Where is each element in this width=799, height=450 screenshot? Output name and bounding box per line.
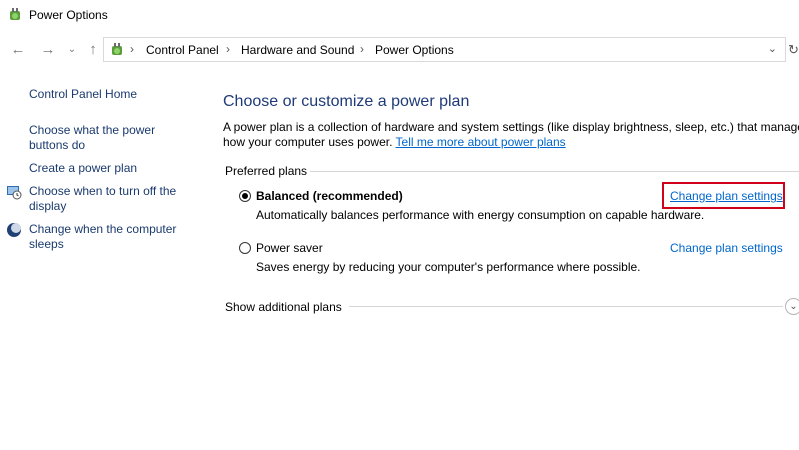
balanced-radio[interactable] <box>239 190 251 202</box>
breadcrumb-hardware-and-sound[interactable]: Hardware and Sound <box>241 43 354 57</box>
address-bar[interactable]: › Control Panel › Hardware and Sound › P… <box>103 37 786 62</box>
sidebar-link-control-panel-home[interactable]: Control Panel Home <box>29 87 189 102</box>
power-options-icon <box>10 8 20 20</box>
control-panel-icon <box>112 43 122 55</box>
show-additional-plans-label[interactable]: Show additional plans <box>225 300 342 314</box>
breadcrumb-separator[interactable]: › <box>360 42 364 56</box>
sleep-moon-icon <box>7 223 21 237</box>
forward-arrow-icon[interactable]: → <box>38 40 58 60</box>
power-saver-plan-name[interactable]: Power saver <box>256 241 323 255</box>
page-title: Choose or customize a power plan <box>223 93 470 110</box>
balanced-change-plan-settings-link[interactable]: Change plan settings <box>670 189 783 203</box>
display-timer-icon <box>7 186 22 200</box>
window-title: Power Options <box>29 8 108 22</box>
power-saver-change-plan-settings-link[interactable]: Change plan settings <box>670 241 783 255</box>
preferred-plans-label: Preferred plans <box>225 164 308 178</box>
sidebar-link-computer-sleeps[interactable]: Change when the computer sleeps <box>29 222 184 252</box>
sidebar-link-power-buttons[interactable]: Choose what the power buttons do <box>29 123 164 153</box>
additional-plans-divider <box>349 306 783 307</box>
title-bar: Power Options <box>0 0 799 30</box>
sidebar-link-create-plan[interactable]: Create a power plan <box>29 161 189 176</box>
breadcrumb-control-panel[interactable]: Control Panel <box>146 43 219 57</box>
power-saver-radio[interactable] <box>239 242 251 254</box>
sidebar-link-turn-off-display[interactable]: Choose when to turn off the display <box>29 184 184 214</box>
page-description: A power plan is a collection of hardware… <box>223 120 799 150</box>
tell-me-more-link[interactable]: Tell me more about power plans <box>396 135 566 149</box>
address-dropdown-icon[interactable]: ⌄ <box>768 42 777 55</box>
up-arrow-icon[interactable]: ↑ <box>83 40 103 60</box>
breadcrumb-separator[interactable]: › <box>226 42 230 56</box>
power-saver-plan-description: Saves energy by reducing your computer's… <box>256 260 641 274</box>
navigation-bar: ← → ⌄ ↑ › Control Panel › Hardware and S… <box>0 34 799 66</box>
chevron-down-icon[interactable]: ⌄ <box>62 40 82 60</box>
back-arrow-icon[interactable]: ← <box>8 40 28 60</box>
breadcrumb-separator[interactable]: › <box>130 42 134 56</box>
balanced-plan-name[interactable]: Balanced (recommended) <box>256 189 403 203</box>
refresh-icon[interactable]: ↻ <box>788 42 799 58</box>
balanced-plan-description: Automatically balances performance with … <box>256 208 705 222</box>
chevron-down-icon[interactable]: ⌄ <box>785 298 799 315</box>
section-divider <box>310 171 799 172</box>
breadcrumb-power-options[interactable]: Power Options <box>375 43 454 57</box>
